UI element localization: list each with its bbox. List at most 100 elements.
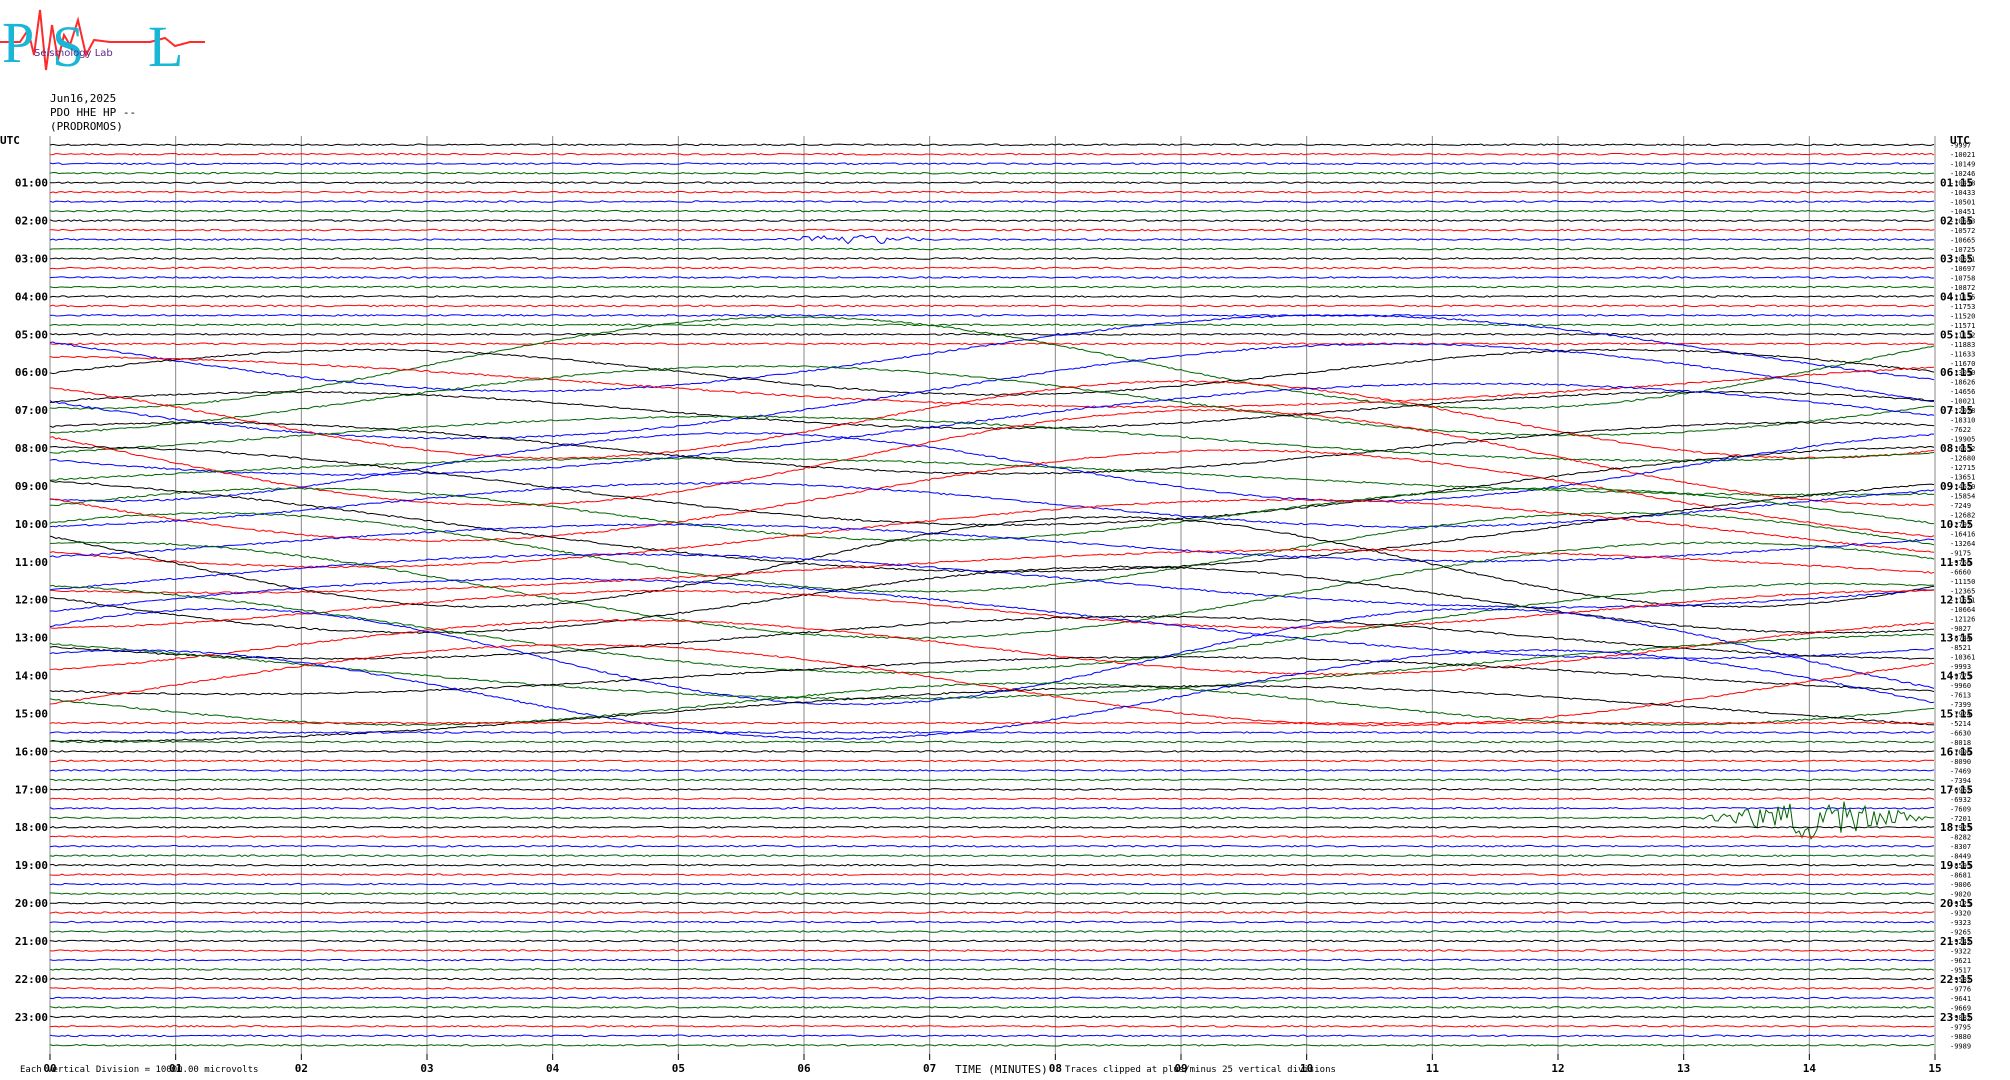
trace-line [49,939,1935,943]
trace-offset-label: -7096 [1950,748,1971,756]
trace-offset-label: -10725 [1950,246,1975,254]
trace-offset-label: -16552 [1950,445,1975,453]
left-time-label: 05:00 [15,328,48,341]
trace-line [49,844,1935,848]
trace-offset-label: -7469 [1950,767,1971,775]
trace-offset-label: -9320 [1950,910,1971,918]
left-axis-header: UTC [0,134,20,147]
trace-offset-label: -7924 [1950,710,1971,718]
trace-line [49,987,1935,990]
left-time-label: 02:00 [15,215,48,228]
trace-line [49,958,1935,962]
x-tick-label: 12 [1551,1062,1564,1075]
trace-line [49,682,1935,727]
trace-offset-label: -10433 [1950,189,1975,197]
trace-offset-label: -9006 [1950,881,1971,889]
trace-offset-label: -9175 [1950,549,1971,557]
trace-line [49,295,1935,298]
trace-offset-label: -11753 [1950,303,1975,311]
trace-line [49,854,1935,858]
left-time-label: 20:00 [15,897,48,910]
left-time-label: 13:00 [15,632,48,645]
left-time-label: 21:00 [15,935,48,948]
trace-line [49,515,1935,608]
trace-offset-label: -14656 [1950,388,1975,396]
trace-line [49,778,1935,782]
left-time-label: 19:00 [15,859,48,872]
x-tick-label: 07 [923,1062,936,1075]
trace-line [49,740,1935,744]
trace-offset-label: -7622 [1950,426,1971,434]
trace-line [49,643,1935,727]
trace-line [49,266,1935,270]
trace-offset-label: -8681 [1950,872,1971,880]
trace-line [49,449,1935,542]
trace-line [49,171,1935,175]
trace-offset-label: -12715 [1950,464,1975,472]
trace-line [49,911,1935,914]
footer-clip-note: Traces clipped at plus/minus 25 vertical… [1065,1065,1336,1075]
trace-line [49,633,1935,700]
trace-line [49,332,1935,336]
trace-line [49,759,1935,763]
trace-offset-label: -11571 [1950,322,1975,330]
trace-line [49,968,1935,971]
trace-line [49,257,1935,260]
trace-offset-label: -9621 [1950,957,1971,965]
trace-offset-label: -10697 [1950,265,1975,273]
trace-offset-label: -5214 [1950,720,1971,728]
trace-line [50,892,1935,895]
trace-offset-label: -10418 [1950,180,1975,188]
trace-line [49,797,1935,801]
left-time-label: 09:00 [15,480,48,493]
trace-offset-label: -9265 [1950,929,1971,937]
trace-offset-label: -7394 [1950,777,1971,785]
x-tick-label: 04 [546,1062,560,1075]
trace-line [49,649,1935,740]
left-time-label: 08:00 [15,442,48,455]
trace-offset-label: -12078 [1950,407,1975,415]
trace-line [49,1005,1935,1009]
left-time-label: 04:00 [15,290,48,303]
trace-line [49,247,1935,251]
x-tick-label: 06 [797,1062,811,1075]
trace-offset-label: -9582 [1950,976,1971,984]
trace-offset-label: -15854 [1950,492,1975,500]
left-time-label: 14:00 [15,670,48,683]
trace-line [49,750,1935,753]
trace-offset-label: -12680 [1950,455,1975,463]
left-time-label: 01:00 [15,177,48,190]
trace-offset-label: -10246 [1950,170,1975,178]
trace-offset-label: -7201 [1950,815,1971,823]
trace-line [49,162,1935,166]
trace-offset-label: -9882 [1950,1014,1971,1022]
trace-offset-label: -8018 [1950,739,1971,747]
trace-line [49,143,1935,147]
trace-line [49,315,1935,410]
trace-offset-label: -8595 [1950,862,1971,870]
x-tick-label: 03 [420,1062,433,1075]
trace-line [49,787,1934,791]
x-axis-title: TIME (MINUTES) [955,1063,1048,1076]
x-tick-label: 08 [1049,1062,1062,1075]
trace-offset-label: -14620 [1950,483,1975,491]
left-time-label: 12:00 [15,594,48,607]
trace-offset-label: -9322 [1950,947,1971,955]
trace-line [49,415,1935,462]
trace-line [49,825,1935,829]
trace-line [49,1034,1935,1038]
trace-line [49,209,1935,213]
trace-line [49,523,1935,563]
trace-offset-label: -10451 [1950,208,1975,216]
trace-offset-label: -9997 [1950,142,1971,150]
x-tick-label: 02 [295,1062,308,1075]
trace-offset-label: -19905 [1950,436,1975,444]
trace-offset-label: -8521 [1950,644,1971,652]
left-time-label: 17:00 [15,783,48,796]
trace-line [49,1043,1935,1047]
trace-offset-label: -8282 [1950,834,1971,842]
trace-offset-label: -7925 [1950,824,1971,832]
trace-offset-label: -18626 [1950,379,1975,387]
trace-offset-label: -7609 [1950,805,1971,813]
trace-offset-label: -10149 [1950,161,1975,169]
